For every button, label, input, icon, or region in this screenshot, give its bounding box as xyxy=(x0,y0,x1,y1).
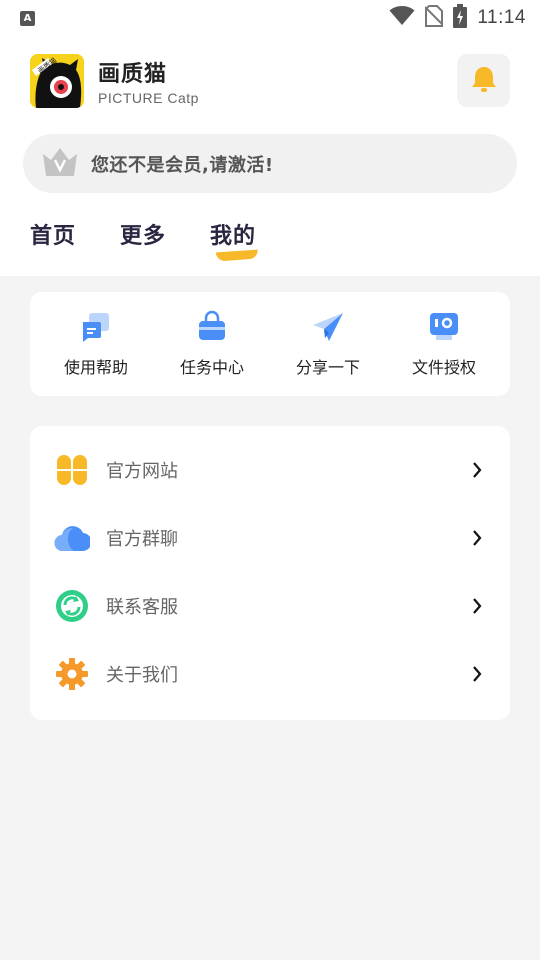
chevron-right-icon xyxy=(470,460,484,480)
menu-item-contact-service[interactable]: 联系客服 xyxy=(30,572,510,640)
refresh-circle-icon xyxy=(54,588,90,624)
notification-button[interactable] xyxy=(457,54,510,107)
app-subtitle: PICTURE Catp xyxy=(98,90,199,106)
vip-text: 您还不是会员,请激活! xyxy=(91,154,274,176)
help-chat-icon xyxy=(79,310,113,344)
quick-action-help-label: 使用帮助 xyxy=(63,358,128,377)
cat-logo-icon: 画质猫 xyxy=(30,54,84,108)
a-icon: A xyxy=(20,10,35,26)
menu-item-label: 官方群聊 xyxy=(106,529,178,550)
menu-item-about-us[interactable]: 关于我们 xyxy=(30,640,510,708)
menu-item-label: 关于我们 xyxy=(106,665,178,686)
menu-item-label: 官方网站 xyxy=(106,461,178,482)
cloud-icon xyxy=(54,520,90,556)
status-bar-left: A xyxy=(20,10,35,26)
status-bar: A 11:14 xyxy=(0,0,540,36)
quick-action-tasks[interactable]: 任务中心 xyxy=(157,310,267,378)
quick-action-file-auth-label: 文件授权 xyxy=(411,358,476,377)
quick-action-file-auth[interactable]: 文件授权 xyxy=(389,310,499,378)
status-bar-right: 11:14 xyxy=(389,4,526,32)
tab-mine-label: 我的 xyxy=(210,224,257,249)
quick-actions-card: 使用帮助 任务中心 分享一下 文件授权 xyxy=(30,292,510,396)
chevron-right-icon xyxy=(470,528,484,548)
task-bag-icon xyxy=(195,310,229,344)
app-header: 画质猫 画质猫 PICTURE Catp xyxy=(30,54,199,108)
battery-charging-icon xyxy=(453,4,468,32)
menu-item-label: 联系客服 xyxy=(106,597,178,618)
chevron-right-icon xyxy=(470,664,484,684)
tab-bar: 首页 更多 我的 xyxy=(30,218,256,250)
menu-card: 官方网站 官方群聊 联系客服 关于我们 xyxy=(30,426,510,720)
tab-mine[interactable]: 我的 xyxy=(210,218,256,250)
gear-icon xyxy=(54,656,90,692)
tab-home-label: 首页 xyxy=(30,224,77,249)
grid-flower-icon xyxy=(54,452,90,488)
file-auth-icon xyxy=(427,310,461,344)
quick-action-share-label: 分享一下 xyxy=(295,358,360,377)
no-sim-icon xyxy=(424,5,445,31)
app-titles: 画质猫 PICTURE Catp xyxy=(98,56,199,106)
tab-home[interactable]: 首页 xyxy=(30,218,76,250)
menu-item-official-website[interactable]: 官方网站 xyxy=(30,436,510,504)
tab-more-label: 更多 xyxy=(120,224,167,249)
menu-item-official-group[interactable]: 官方群聊 xyxy=(30,504,510,572)
crown-icon xyxy=(41,146,79,182)
app-name: 画质猫 xyxy=(98,62,168,87)
chevron-right-icon xyxy=(470,596,484,616)
quick-action-share[interactable]: 分享一下 xyxy=(273,310,383,378)
tab-more[interactable]: 更多 xyxy=(120,218,166,250)
wifi-icon xyxy=(389,6,415,30)
quick-action-help[interactable]: 使用帮助 xyxy=(41,310,151,378)
vip-banner[interactable]: 您还不是会员,请激活! xyxy=(23,134,517,193)
status-time: 11:14 xyxy=(477,7,526,28)
quick-action-tasks-label: 任务中心 xyxy=(179,358,244,377)
share-plane-icon xyxy=(311,310,345,344)
bell-icon xyxy=(471,65,497,97)
